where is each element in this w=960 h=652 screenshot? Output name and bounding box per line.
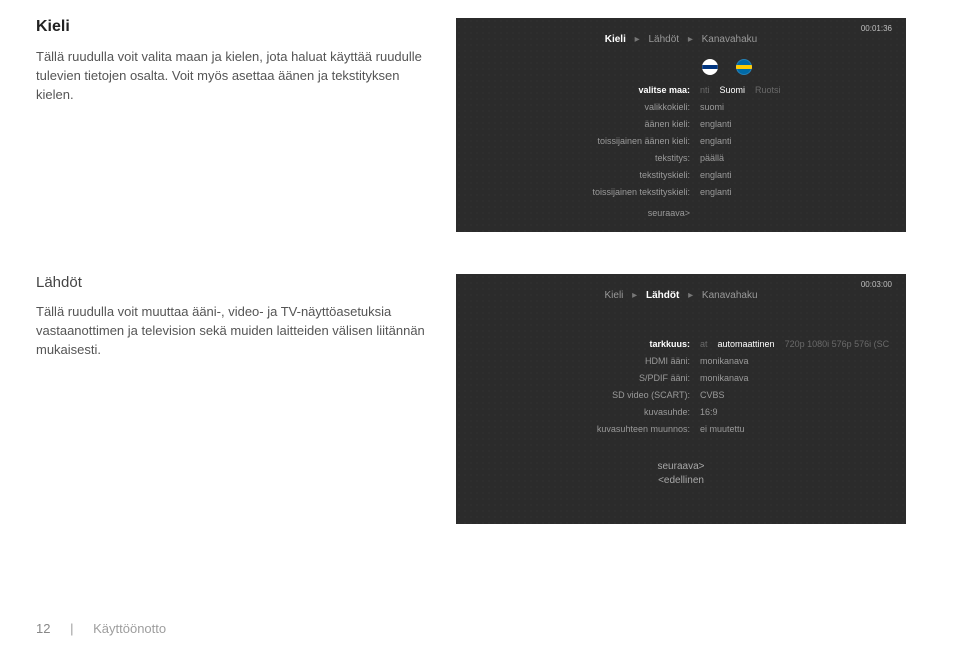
setting-row[interactable]: kuvasuhde:16:9 [470, 403, 892, 420]
setting-label: äänen kieli: [470, 119, 700, 129]
setting-value: päällä [700, 153, 724, 163]
opt-next: 720p 1080i 576p 576i (SC [785, 339, 890, 349]
nav-next[interactable]: seuraava> [470, 208, 700, 218]
crumb-kieli: Kieli [604, 290, 623, 301]
breadcrumb: Kieli ▸ Lähdöt ▸ Kanavahaku [470, 290, 892, 301]
section-lahdot: Lähdöt Tällä ruudulla voit muuttaa ääni-… [36, 274, 924, 524]
setting-value: Suomi [720, 85, 746, 95]
setting-row[interactable]: valikkokieli:suomi [470, 98, 892, 115]
footer-separator: | [70, 621, 73, 636]
setting-label: S/PDIF ääni: [470, 373, 700, 383]
crumb-kanavahaku: Kanavahaku [702, 290, 758, 301]
setting-value: monikanava [700, 356, 749, 366]
section-kieli: Kieli Tällä ruudulla voit valita maan ja… [36, 18, 924, 232]
setting-label: toissijainen äänen kieli: [470, 136, 700, 146]
nav-block: seuraava> <edellinen [470, 461, 892, 486]
heading-kieli: Kieli [36, 18, 436, 36]
setting-row[interactable]: SD video (SCART):CVBS [470, 386, 892, 403]
setting-label: tarkkuus: [470, 339, 700, 349]
setting-value: suomi [700, 102, 724, 112]
body-kieli: Tällä ruudulla voit valita maan ja kiele… [36, 48, 436, 105]
opt-next: Ruotsi [755, 85, 781, 95]
text-col-lahdot: Lähdöt Tällä ruudulla voit muuttaa ääni-… [36, 274, 456, 524]
setting-label: valitse maa: [470, 85, 700, 95]
flag-sweden-icon [736, 59, 752, 75]
crumb-lahdot: Lähdöt [648, 34, 679, 45]
setting-row[interactable]: tekstitys:päällä [470, 149, 892, 166]
crumb-kieli: Kieli [605, 34, 626, 45]
tv-screen-kieli: 00:01:36 Kieli ▸ Lähdöt ▸ Kanavahaku val… [456, 18, 906, 232]
page: Kieli Tällä ruudulla voit valita maan ja… [0, 0, 960, 652]
setting-label: kuvasuhde: [470, 407, 700, 417]
setting-value: 16:9 [700, 407, 718, 417]
setting-value: ei muutettu [700, 424, 745, 434]
setting-row[interactable]: HDMI ääni:monikanava [470, 352, 892, 369]
setting-value-group: at automaattinen 720p 1080i 576p 576i (S… [700, 339, 889, 349]
setting-value: englanti [700, 136, 732, 146]
opt-prev: at [700, 339, 708, 349]
opt-prev: nti [700, 85, 710, 95]
setting-value: CVBS [700, 390, 725, 400]
setting-value: englanti [700, 119, 732, 129]
clock-text: 00:01:36 [861, 24, 892, 33]
setting-row[interactable]: tarkkuus: at automaattinen 720p 1080i 57… [470, 335, 892, 352]
setting-label: kuvasuhteen muunnos: [470, 424, 700, 434]
tv-screen-lahdot: 00:03:00 Kieli ▸ Lähdöt ▸ Kanavahaku tar… [456, 274, 906, 524]
nav-next[interactable]: seuraava> [470, 461, 892, 472]
setting-value: automaattinen [718, 339, 775, 349]
flag-finland-icon [702, 59, 718, 75]
setting-row[interactable]: valitse maa: nti Suomi Ruotsi [470, 81, 892, 98]
chevron-right-icon: ▸ [635, 34, 640, 45]
setting-row[interactable]: kuvasuhteen muunnos:ei muutettu [470, 420, 892, 437]
chevron-right-icon: ▸ [688, 34, 693, 45]
screenshot-lahdot: 00:03:00 Kieli ▸ Lähdöt ▸ Kanavahaku tar… [456, 274, 916, 524]
chevron-right-icon: ▸ [632, 290, 637, 301]
setting-value-group: nti Suomi Ruotsi [700, 85, 781, 95]
page-number: 12 [36, 621, 50, 636]
nav-prev[interactable]: <edellinen [470, 475, 892, 486]
screenshot-kieli: 00:01:36 Kieli ▸ Lähdöt ▸ Kanavahaku val… [456, 18, 916, 232]
heading-lahdot: Lähdöt [36, 274, 436, 291]
setting-row[interactable]: äänen kieli:englanti [470, 115, 892, 132]
setting-label: valikkokieli: [470, 102, 700, 112]
body-lahdot: Tällä ruudulla voit muuttaa ääni-, video… [36, 303, 436, 360]
clock-text: 00:03:00 [861, 280, 892, 289]
setting-row[interactable]: S/PDIF ääni:monikanava [470, 369, 892, 386]
crumb-lahdot: Lähdöt [646, 290, 679, 301]
setting-value: monikanava [700, 373, 749, 383]
breadcrumb: Kieli ▸ Lähdöt ▸ Kanavahaku [470, 34, 892, 45]
setting-value: englanti [700, 187, 732, 197]
flag-row [702, 59, 892, 75]
setting-row[interactable]: tekstityskieli:englanti [470, 166, 892, 183]
text-col-kieli: Kieli Tällä ruudulla voit valita maan ja… [36, 18, 456, 232]
setting-value: englanti [700, 170, 732, 180]
setting-row[interactable]: toissijainen äänen kieli:englanti [470, 132, 892, 149]
setting-label: toissijainen tekstityskieli: [470, 187, 700, 197]
setting-label: tekstitys: [470, 153, 700, 163]
setting-label: tekstityskieli: [470, 170, 700, 180]
setting-row[interactable]: toissijainen tekstityskieli:englanti [470, 183, 892, 200]
setting-label: HDMI ääni: [470, 356, 700, 366]
chapter-title: Käyttöönotto [93, 621, 166, 636]
crumb-kanavahaku: Kanavahaku [702, 34, 758, 45]
setting-label: SD video (SCART): [470, 390, 700, 400]
page-footer: 12 | Käyttöönotto [36, 621, 166, 636]
chevron-right-icon: ▸ [688, 290, 693, 301]
